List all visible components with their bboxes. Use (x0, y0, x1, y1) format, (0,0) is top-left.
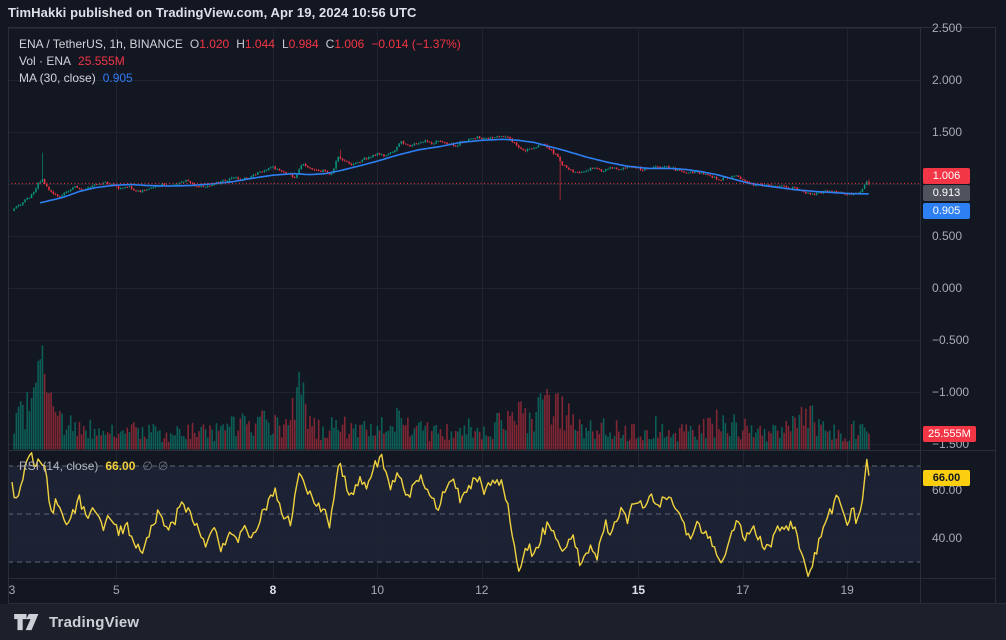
price-axis-label: 1.500 (932, 124, 962, 140)
price-axis-label: 0.500 (932, 228, 962, 244)
tradingview-brand[interactable]: TradingView (49, 614, 139, 631)
ma-legend-value: 0.905 (103, 70, 133, 87)
price-badge: 0.913 (923, 185, 970, 201)
volume-legend-label: Vol · ENA (19, 53, 71, 70)
price-axis-label: 2.000 (932, 72, 962, 88)
time-axis-label: 10 (371, 582, 384, 598)
ohlc-low-label: L (282, 36, 289, 53)
time-axis-label: 3 (9, 582, 16, 598)
ohlc-low: L0.984 (282, 36, 319, 53)
ohlc-high: H1.044 (236, 36, 275, 53)
time-axis-label: 8 (270, 582, 277, 598)
volume-series (13, 345, 869, 449)
volume-legend-row: Vol · ENA 25.555M (19, 53, 461, 70)
ohlc-close: C1.006 (326, 36, 365, 53)
ohlc-high-value: 1.044 (245, 36, 275, 53)
price-axis-label: −0.500 (932, 332, 969, 348)
chart-canvas[interactable] (0, 0, 1006, 640)
ma-legend-label: MA (30, close) (19, 70, 96, 87)
ma-legend-row: MA (30, close) 0.905 (19, 70, 461, 87)
ohlc-values: O1.020 H1.044 L0.984 C1.006 (190, 36, 365, 53)
tradingview-logo-icon[interactable] (13, 613, 40, 632)
volume-legend-value: 25.555M (78, 53, 125, 70)
ohlc-high-label: H (236, 36, 245, 53)
rsi-legend-row: RSI (14, close) 66.00 ∅∅ (19, 459, 168, 473)
ohlc-open-label: O (190, 36, 199, 53)
time-axis-label: 19 (841, 582, 854, 598)
footer-bar: TradingView (0, 604, 1006, 640)
main-legend: ENA / TetherUS, 1h, BINANCE O1.020 H1.044… (19, 36, 461, 87)
rsi-legend-label: RSI (14, close) (19, 459, 98, 473)
change-value: −0.014 (−1.37%) (371, 36, 460, 53)
price-badge: 1.006 (923, 168, 970, 184)
rsi-legend-icons: ∅∅ (142, 459, 168, 473)
price-axis-label: −1.000 (932, 384, 969, 400)
ohlc-close-label: C (326, 36, 335, 53)
rsi-source-toggle-icon-1[interactable]: ∅ (142, 459, 152, 473)
rsi-source-toggle-icon-2[interactable]: ∅ (158, 459, 168, 473)
rsi-badge: 66.00 (923, 470, 970, 486)
time-axis-label: 17 (736, 582, 749, 598)
rsi-axis-label: 40.00 (932, 530, 962, 546)
price-axis-label: 2.500 (932, 20, 962, 36)
symbol-legend-row: ENA / TetherUS, 1h, BINANCE O1.020 H1.044… (19, 36, 461, 53)
published-chart-page: TimHakki published on TradingView.com, A… (0, 0, 1006, 640)
time-axis-label: 5 (113, 582, 120, 598)
price-badge: 0.905 (923, 203, 970, 219)
symbol-title: ENA / TetherUS, 1h, BINANCE (19, 36, 183, 53)
ohlc-close-value: 1.006 (334, 36, 364, 53)
volume-badge: 25.555M (923, 426, 976, 442)
ohlc-open-value: 1.020 (199, 36, 229, 53)
ohlc-open: O1.020 (190, 36, 229, 53)
rsi-legend-value: 66.00 (105, 459, 135, 473)
price-axis-label: 0.000 (932, 280, 962, 296)
time-axis-label: 12 (475, 582, 488, 598)
ohlc-low-value: 0.984 (289, 36, 319, 53)
time-axis-label: 15 (632, 582, 645, 598)
